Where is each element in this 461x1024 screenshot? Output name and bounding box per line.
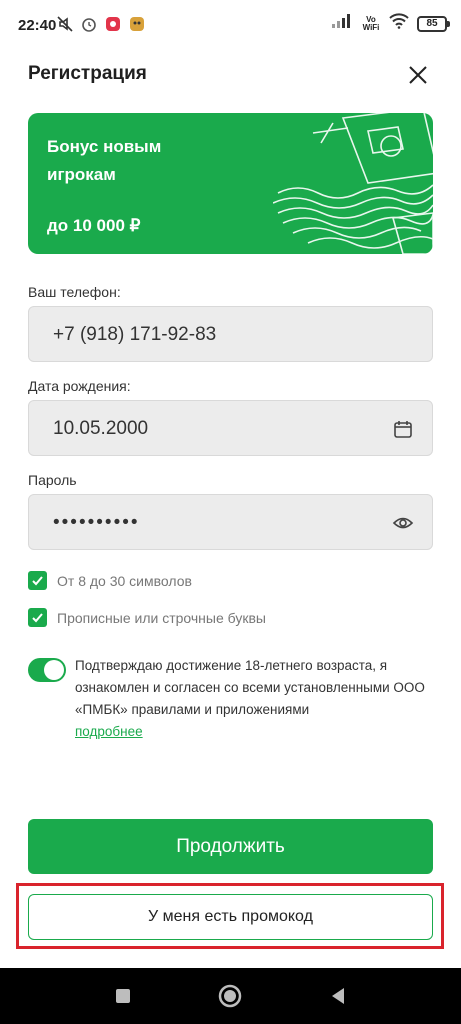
promo-code-button[interactable]: У меня есть промокод — [28, 894, 433, 940]
password-field[interactable]: •••••••••• — [28, 494, 433, 550]
close-button[interactable] — [403, 60, 433, 90]
password-rule-length: От 8 до 30 символов — [28, 571, 192, 590]
system-nav-bar — [0, 968, 461, 1024]
signal-icon — [331, 13, 353, 34]
square-icon — [116, 989, 130, 1003]
close-icon — [409, 66, 427, 84]
mute-icon — [56, 15, 74, 33]
consent-text-block: Подтверждаю достижение 18-летнего возрас… — [75, 655, 435, 743]
phone-field[interactable]: +7 (918) 171-92-83 — [28, 306, 433, 362]
home-circle-icon — [218, 984, 242, 1008]
status-right-icons: Vo WiFi 85 — [331, 13, 450, 34]
recent-apps-button[interactable] — [109, 982, 137, 1010]
app-notification-icon — [104, 15, 122, 33]
status-notification-icons — [56, 15, 146, 33]
checkbox-length[interactable] — [28, 571, 47, 590]
age-consent-toggle[interactable] — [28, 658, 66, 682]
alarm-icon — [80, 15, 98, 33]
banner-title: Бонус новым игрокам — [47, 137, 162, 184]
birth-date-field[interactable]: 10.05.2000 — [28, 400, 433, 456]
status-time: 22:40 — [18, 17, 57, 34]
banner-amount: до 10 000 ₽ — [47, 216, 141, 235]
password-label: Пароль — [28, 472, 77, 488]
check-label: От 8 до 30 символов — [57, 572, 192, 589]
birth-date-label: Дата рождения: — [28, 378, 131, 394]
password-value: •••••••••• — [53, 512, 140, 533]
password-rule-case: Прописные или строчные буквы — [28, 608, 266, 627]
battery-indicator: 85 — [417, 15, 450, 32]
bonus-banner[interactable]: Бонус новым игрокам до 10 000 ₽ — [28, 113, 433, 254]
status-bar: 22:40 Vo WiFi 85 — [0, 0, 461, 56]
phone-label: Ваш телефон: — [28, 284, 121, 300]
wifi-icon — [389, 13, 409, 34]
game-notification-icon — [128, 15, 146, 33]
birth-date-value: 10.05.2000 — [53, 418, 149, 439]
consent-text: Подтверждаю достижение 18-летнего возрас… — [75, 658, 425, 717]
check-label: Прописные или строчные буквы — [57, 609, 266, 626]
toggle-knob — [44, 660, 64, 680]
more-details-link[interactable]: подробнее — [75, 724, 143, 739]
back-button[interactable] — [324, 982, 352, 1010]
eye-icon[interactable] — [392, 512, 414, 534]
home-button[interactable] — [216, 982, 244, 1010]
continue-button[interactable]: Продолжить — [28, 819, 433, 874]
calendar-icon[interactable] — [392, 418, 414, 440]
vowifi-indicator: Vo WiFi — [362, 14, 380, 32]
phone-value: +7 (918) 171-92-83 — [53, 324, 217, 345]
football-field-illustration — [273, 113, 433, 254]
page-title: Регистрация — [28, 63, 147, 84]
checkbox-case[interactable] — [28, 608, 47, 627]
checkmark-icon — [32, 576, 43, 586]
checkmark-icon — [32, 613, 43, 623]
back-triangle-icon — [332, 988, 344, 1004]
